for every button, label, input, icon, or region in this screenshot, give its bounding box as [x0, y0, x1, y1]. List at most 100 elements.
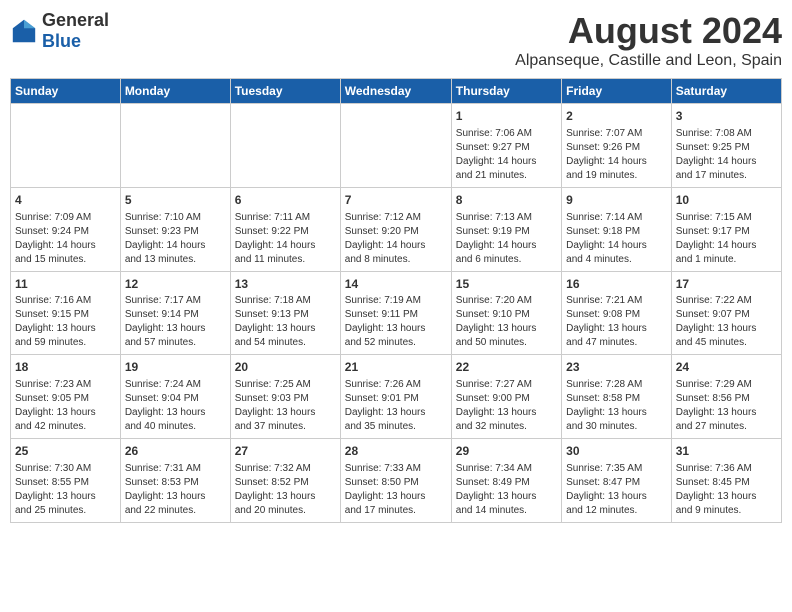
logo-icon — [10, 17, 38, 45]
day-info: Sunrise: 7:30 AM Sunset: 8:55 PM Dayligh… — [15, 462, 116, 518]
day-info: Sunrise: 7:19 AM Sunset: 9:11 PM Dayligh… — [345, 294, 447, 350]
day-info: Sunrise: 7:13 AM Sunset: 9:19 PM Dayligh… — [456, 211, 557, 267]
day-number: 4 — [15, 192, 116, 209]
day-info: Sunrise: 7:29 AM Sunset: 8:56 PM Dayligh… — [676, 378, 777, 434]
day-number: 17 — [676, 276, 777, 293]
day-number: 26 — [125, 443, 226, 460]
day-number: 31 — [676, 443, 777, 460]
calendar-day-14: 14Sunrise: 7:19 AM Sunset: 9:11 PM Dayli… — [340, 271, 451, 355]
day-info: Sunrise: 7:22 AM Sunset: 9:07 PM Dayligh… — [676, 294, 777, 350]
weekday-header-saturday: Saturday — [671, 79, 781, 104]
calendar-day-31: 31 Sunrise: 7:36 AM Sunset: 8:45 PM Dayli… — [671, 439, 781, 523]
calendar-week-2: 4Sunrise: 7:09 AM Sunset: 9:24 PM Daylig… — [11, 187, 782, 271]
weekday-header-tuesday: Tuesday — [230, 79, 340, 104]
day-number: 22 — [456, 359, 557, 376]
day-info: Sunrise: 7:06 AM Sunset: 9:27 PM Dayligh… — [456, 127, 557, 183]
day-info: Sunrise: 7:34 AM Sunset: 8:49 PM Dayligh… — [456, 462, 557, 518]
day-number: 6 — [235, 192, 336, 209]
day-number: 27 — [235, 443, 336, 460]
day-info: Sunrise: 7:33 AM Sunset: 8:50 PM Dayligh… — [345, 462, 447, 518]
day-number: 13 — [235, 276, 336, 293]
calendar-week-3: 11Sunrise: 7:16 AM Sunset: 9:15 PM Dayli… — [11, 271, 782, 355]
day-info: Sunrise: 7:10 AM Sunset: 9:23 PM Dayligh… — [125, 211, 226, 267]
day-info: Sunrise: 7:23 AM Sunset: 9:05 PM Dayligh… — [15, 378, 116, 434]
logo: General Blue — [10, 10, 109, 52]
day-info: Sunrise: 7:07 AM Sunset: 9:26 PM Dayligh… — [566, 127, 667, 183]
calendar-day-16: 16Sunrise: 7:21 AM Sunset: 9:08 PM Dayli… — [562, 271, 672, 355]
day-number: 1 — [456, 108, 557, 125]
day-number: 28 — [345, 443, 447, 460]
day-number: 5 — [125, 192, 226, 209]
calendar-day-12: 12Sunrise: 7:17 AM Sunset: 9:14 PM Dayli… — [120, 271, 230, 355]
calendar-day-21: 21 Sunrise: 7:26 AM Sunset: 9:01 PM Dayli… — [340, 355, 451, 439]
weekday-header-monday: Monday — [120, 79, 230, 104]
calendar-week-5: 25Sunrise: 7:30 AM Sunset: 8:55 PM Dayli… — [11, 439, 782, 523]
weekday-header-row: SundayMondayTuesdayWednesdayThursdayFrid… — [11, 79, 782, 104]
day-info: Sunrise: 7:21 AM Sunset: 9:08 PM Dayligh… — [566, 294, 667, 350]
calendar-day-29: 29 Sunrise: 7:34 AM Sunset: 8:49 PM Dayli… — [451, 439, 561, 523]
day-number: 11 — [15, 276, 116, 293]
day-number: 15 — [456, 276, 557, 293]
weekday-header-friday: Friday — [562, 79, 672, 104]
calendar-day-9: 9Sunrise: 7:14 AM Sunset: 9:18 PM Daylig… — [562, 187, 672, 271]
day-number: 24 — [676, 359, 777, 376]
day-info: Sunrise: 7:35 AM Sunset: 8:47 PM Dayligh… — [566, 462, 667, 518]
day-info: Sunrise: 7:18 AM Sunset: 9:13 PM Dayligh… — [235, 294, 336, 350]
calendar-empty — [11, 104, 121, 188]
day-info: Sunrise: 7:27 AM Sunset: 9:00 PM Dayligh… — [456, 378, 557, 434]
day-info: Sunrise: 7:25 AM Sunset: 9:03 PM Dayligh… — [235, 378, 336, 434]
calendar-day-17: 17Sunrise: 7:22 AM Sunset: 9:07 PM Dayli… — [671, 271, 781, 355]
calendar-day-13: 13Sunrise: 7:18 AM Sunset: 9:13 PM Dayli… — [230, 271, 340, 355]
day-number: 20 — [235, 359, 336, 376]
calendar-day-11: 11Sunrise: 7:16 AM Sunset: 9:15 PM Dayli… — [11, 271, 121, 355]
day-number: 23 — [566, 359, 667, 376]
day-number: 12 — [125, 276, 226, 293]
calendar-week-4: 18 Sunrise: 7:23 AM Sunset: 9:05 PM Dayli… — [11, 355, 782, 439]
day-info: Sunrise: 7:20 AM Sunset: 9:10 PM Dayligh… — [456, 294, 557, 350]
calendar-day-30: 30Sunrise: 7:35 AM Sunset: 8:47 PM Dayli… — [562, 439, 672, 523]
day-number: 21 — [345, 359, 447, 376]
calendar-day-25: 25Sunrise: 7:30 AM Sunset: 8:55 PM Dayli… — [11, 439, 121, 523]
calendar-day-18: 18 Sunrise: 7:23 AM Sunset: 9:05 PM Dayli… — [11, 355, 121, 439]
calendar-day-4: 4Sunrise: 7:09 AM Sunset: 9:24 PM Daylig… — [11, 187, 121, 271]
day-number: 18 — [15, 359, 116, 376]
title-block: August 2024 Alpanseque, Castille and Leo… — [515, 10, 782, 70]
day-info: Sunrise: 7:36 AM Sunset: 8:45 PM Dayligh… — [676, 462, 777, 518]
calendar-day-28: 28 Sunrise: 7:33 AM Sunset: 8:50 PM Dayli… — [340, 439, 451, 523]
day-number: 2 — [566, 108, 667, 125]
day-info: Sunrise: 7:17 AM Sunset: 9:14 PM Dayligh… — [125, 294, 226, 350]
day-info: Sunrise: 7:26 AM Sunset: 9:01 PM Dayligh… — [345, 378, 447, 434]
weekday-header-thursday: Thursday — [451, 79, 561, 104]
calendar-empty — [120, 104, 230, 188]
calendar-day-5: 5 Sunrise: 7:10 AM Sunset: 9:23 PM Daylig… — [120, 187, 230, 271]
calendar-day-10: 10 Sunrise: 7:15 AM Sunset: 9:17 PM Dayli… — [671, 187, 781, 271]
day-number: 7 — [345, 192, 447, 209]
calendar-empty — [230, 104, 340, 188]
day-info: Sunrise: 7:24 AM Sunset: 9:04 PM Dayligh… — [125, 378, 226, 434]
calendar-day-15: 15Sunrise: 7:20 AM Sunset: 9:10 PM Dayli… — [451, 271, 561, 355]
calendar-day-20: 20 Sunrise: 7:25 AM Sunset: 9:03 PM Dayli… — [230, 355, 340, 439]
calendar-day-8: 8 Sunrise: 7:13 AM Sunset: 9:19 PM Daylig… — [451, 187, 561, 271]
calendar-day-23: 23 Sunrise: 7:28 AM Sunset: 8:58 PM Dayli… — [562, 355, 672, 439]
calendar-day-19: 19Sunrise: 7:24 AM Sunset: 9:04 PM Dayli… — [120, 355, 230, 439]
calendar-day-2: 2 Sunrise: 7:07 AM Sunset: 9:26 PM Daylig… — [562, 104, 672, 188]
location-subtitle: Alpanseque, Castille and Leon, Spain — [515, 52, 782, 70]
day-info: Sunrise: 7:28 AM Sunset: 8:58 PM Dayligh… — [566, 378, 667, 434]
month-year-title: August 2024 — [515, 10, 782, 52]
day-number: 10 — [676, 192, 777, 209]
calendar-day-6: 6Sunrise: 7:11 AM Sunset: 9:22 PM Daylig… — [230, 187, 340, 271]
day-info: Sunrise: 7:15 AM Sunset: 9:17 PM Dayligh… — [676, 211, 777, 267]
calendar-day-22: 22 Sunrise: 7:27 AM Sunset: 9:00 PM Dayli… — [451, 355, 561, 439]
calendar-day-27: 27 Sunrise: 7:32 AM Sunset: 8:52 PM Dayli… — [230, 439, 340, 523]
calendar-day-7: 7 Sunrise: 7:12 AM Sunset: 9:20 PM Daylig… — [340, 187, 451, 271]
weekday-header-sunday: Sunday — [11, 79, 121, 104]
day-number: 8 — [456, 192, 557, 209]
calendar-day-1: 1 Sunrise: 7:06 AM Sunset: 9:27 PM Daylig… — [451, 104, 561, 188]
day-info: Sunrise: 7:12 AM Sunset: 9:20 PM Dayligh… — [345, 211, 447, 267]
calendar-day-26: 26Sunrise: 7:31 AM Sunset: 8:53 PM Dayli… — [120, 439, 230, 523]
day-info: Sunrise: 7:32 AM Sunset: 8:52 PM Dayligh… — [235, 462, 336, 518]
day-info: Sunrise: 7:16 AM Sunset: 9:15 PM Dayligh… — [15, 294, 116, 350]
calendar-empty — [340, 104, 451, 188]
day-number: 29 — [456, 443, 557, 460]
page-header: General Blue August 2024 Alpanseque, Cas… — [10, 10, 782, 70]
